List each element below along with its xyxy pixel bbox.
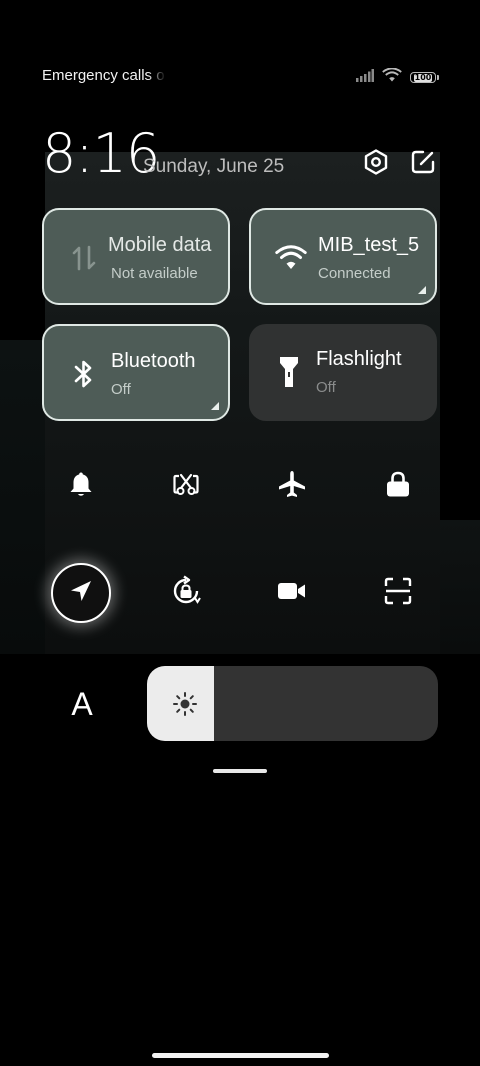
tile-title: Bluetooth [111, 350, 196, 372]
carrier-text: Emergency calls o [42, 67, 165, 84]
control-center: Emergency calls o 100 8:16 Sunday, June … [0, 0, 480, 1066]
tile-subtitle: Off [111, 381, 131, 398]
panel-drag-handle[interactable] [213, 769, 267, 773]
tile-title: Mobile data [108, 234, 212, 256]
auto-brightness-button[interactable]: A [62, 682, 102, 726]
date: Sunday, June 25 [143, 156, 285, 177]
brightness-slider[interactable] [147, 666, 438, 741]
screenshot-icon [172, 470, 200, 503]
wallpaper-edge-left [0, 340, 45, 654]
status-bar: Emergency calls o 100 [0, 62, 480, 92]
tile-title: MIB_test_5 [318, 234, 420, 256]
wifi-icon [273, 240, 309, 276]
wifi-icon [382, 67, 402, 87]
expand-corner-icon[interactable] [418, 286, 426, 294]
video-camera-icon [276, 579, 308, 608]
battery-level: 100 [413, 72, 433, 82]
settings-hexagon-icon [362, 148, 390, 181]
expand-corner-icon[interactable] [211, 402, 219, 410]
location-toggle[interactable] [51, 563, 111, 623]
airplane-mode-toggle[interactable] [262, 456, 322, 516]
battery-icon: 100 [410, 72, 439, 83]
video-recorder-toggle[interactable] [262, 563, 322, 623]
rotation-lock-icon [170, 575, 202, 612]
lock-icon [385, 470, 411, 503]
settings-button[interactable] [360, 148, 392, 180]
mobile-data-tile[interactable]: Mobile data Not available [42, 208, 230, 305]
bluetooth-icon [66, 356, 102, 392]
status-icons: 100 [356, 67, 439, 87]
screenshot-toggle[interactable] [156, 456, 216, 516]
tile-title: Flashlight [316, 348, 402, 370]
tile-subtitle: Off [316, 379, 336, 396]
tile-subtitle: Not available [111, 265, 198, 282]
scanner-icon [383, 576, 413, 611]
lock-screen-toggle[interactable] [368, 456, 428, 516]
edit-button[interactable] [407, 148, 439, 180]
scanner-toggle[interactable] [368, 563, 428, 623]
bluetooth-tile[interactable]: Bluetooth Off [42, 324, 230, 421]
signal-icon [356, 68, 374, 87]
home-indicator[interactable] [152, 1053, 329, 1058]
edit-icon [410, 149, 436, 180]
flashlight-tile[interactable]: Flashlight Off [249, 324, 437, 421]
clock: 8:16 [42, 122, 160, 185]
wallpaper-edge-right [440, 520, 480, 654]
bell-icon [67, 470, 95, 503]
wifi-tile[interactable]: MIB_test_5 Connected [249, 208, 437, 305]
airplane-icon [277, 469, 307, 504]
rotation-lock-toggle[interactable] [156, 563, 216, 623]
sun-icon [171, 690, 199, 718]
flashlight-icon [271, 354, 307, 390]
location-icon [68, 578, 94, 609]
silent-toggle[interactable] [51, 456, 111, 516]
tile-subtitle: Connected [318, 265, 391, 282]
mobile-data-icon [66, 240, 102, 276]
